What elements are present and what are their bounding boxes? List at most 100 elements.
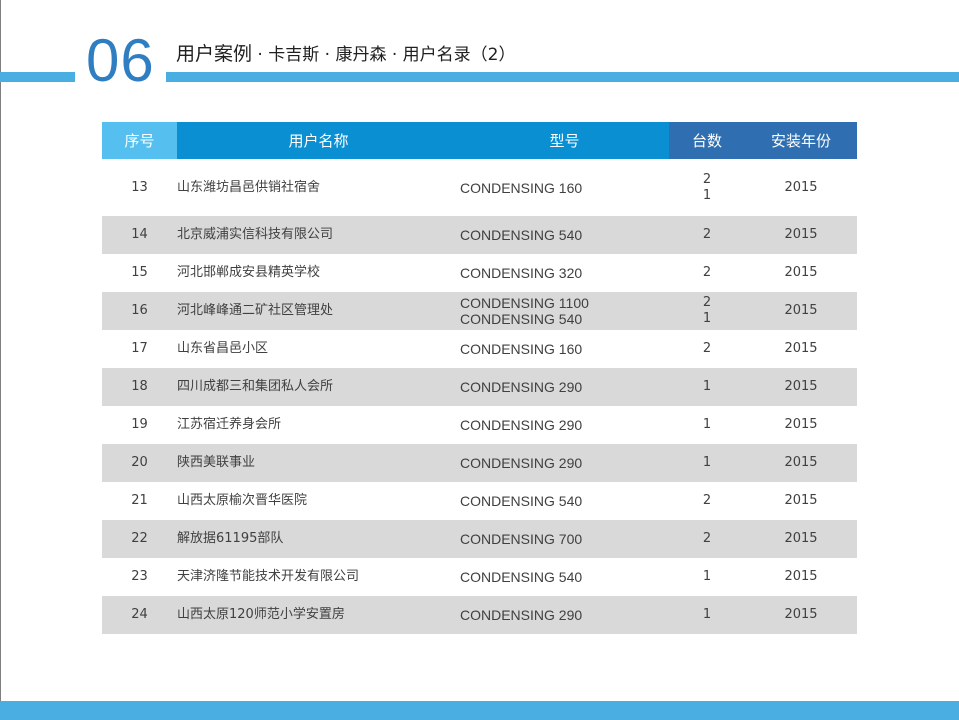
cell-name: 江苏宿迁养身会所 — [177, 406, 460, 444]
footer-bar — [0, 701, 959, 720]
cell-year: 2015 — [745, 406, 857, 444]
qty-line: 2 — [702, 265, 712, 280]
cell-seq: 22 — [102, 520, 177, 558]
cell-year: 2015 — [745, 254, 857, 292]
cell-year: 2015 — [745, 292, 857, 330]
header-model: 型号 — [460, 122, 669, 159]
model-line: CONDENSING 290 — [460, 379, 583, 395]
model-line: CONDENSING 290 — [460, 607, 583, 623]
qty-line: 1 — [702, 417, 712, 432]
model-line: CONDENSING 700 — [460, 531, 583, 547]
section-number: 06 — [86, 27, 155, 94]
model-line: CONDENSING 290 — [460, 417, 583, 433]
qty-line: 2 — [702, 295, 712, 310]
qty-line: 1 — [702, 187, 712, 203]
cell-seq: 14 — [102, 216, 177, 254]
cell-year: 2015 — [745, 368, 857, 406]
cell-name: 山西太原榆次晋华医院 — [177, 482, 460, 520]
table-header-row: 序号 用户名称 型号 台数 安装年份 — [102, 122, 857, 159]
table-body: 13 山东潍坊昌邑供销社宿舍 CONDENSING 160 2 1 2015 14 北京威浦实… — [102, 159, 857, 634]
cell-model: CONDENSING 290 — [460, 596, 669, 634]
cell-name: 四川成都三和集团私人会所 — [177, 368, 460, 406]
qty-line: 1 — [702, 569, 712, 584]
cell-qty: 1 — [669, 368, 745, 406]
cell-seq: 23 — [102, 558, 177, 596]
cell-model: CONDENSING 540 — [460, 482, 669, 520]
cell-name: 河北邯郸成安县精英学校 — [177, 254, 460, 292]
cell-qty: 2 — [669, 216, 745, 254]
cell-name: 陕西美联事业 — [177, 444, 460, 482]
cell-model: CONDENSING 290 — [460, 406, 669, 444]
qty-line: 2 — [702, 171, 712, 187]
cell-model: CONDENSING 540 — [460, 216, 669, 254]
title-sub: · 卡吉斯 · 康丹森 · 用户名录（2） — [252, 45, 516, 65]
page-left-border — [0, 0, 1, 720]
cell-name: 解放据61195部队 — [177, 520, 460, 558]
cell-name: 河北峰峰通二矿社区管理处 — [177, 292, 460, 330]
cell-year: 2015 — [745, 330, 857, 368]
model-line: CONDENSING 290 — [460, 455, 583, 471]
cell-year: 2015 — [745, 444, 857, 482]
header-bar-left — [0, 72, 75, 82]
qty-line: 2 — [702, 341, 712, 356]
table-row: 16 河北峰峰通二矿社区管理处 CONDENSING 1100 CONDENSING … — [102, 292, 857, 330]
table-row: 15 河北邯郸成安县精英学校 CONDENSING 320 2 2015 — [102, 254, 857, 292]
page-title: 用户案例 · 卡吉斯 · 康丹森 · 用户名录（2） — [176, 40, 515, 68]
cell-model: CONDENSING 320 — [460, 254, 669, 292]
table-row: 21 山西太原榆次晋华医院 CONDENSING 540 2 2015 — [102, 482, 857, 520]
table-row: 17 山东省昌邑小区 CONDENSING 160 2 2015 — [102, 330, 857, 368]
model-line: CONDENSING 1100 — [460, 295, 589, 311]
cell-seq: 13 — [102, 159, 177, 216]
table-row: 22 解放据61195部队 CONDENSING 700 2 2015 — [102, 520, 857, 558]
qty-line: 2 — [702, 531, 712, 546]
cell-seq: 19 — [102, 406, 177, 444]
cell-qty: 21 — [669, 292, 745, 330]
qty-line: 2 — [702, 227, 712, 242]
qty-line: 1 — [702, 607, 712, 622]
table-row: 13 山东潍坊昌邑供销社宿舍 CONDENSING 160 2 1 2015 — [102, 159, 857, 216]
cell-seq: 15 — [102, 254, 177, 292]
cell-model: CONDENSING 160 — [460, 330, 669, 368]
model-line: CONDENSING 160 — [460, 179, 583, 196]
table-row: 20 陕西美联事业 CONDENSING 290 1 2015 — [102, 444, 857, 482]
cell-model: CONDENSING 1100 CONDENSING 540 — [460, 292, 669, 330]
cell-name: 山东潍坊昌邑供销社宿舍 — [177, 159, 460, 216]
cell-model: CONDENSING 540 — [460, 558, 669, 596]
cell-qty: 1 — [669, 406, 745, 444]
cell-model: CONDENSING 160 — [460, 159, 669, 216]
cell-name: 山东省昌邑小区 — [177, 330, 460, 368]
header-qty: 台数 — [669, 122, 745, 159]
header-year: 安装年份 — [745, 122, 857, 159]
table-row: 19 江苏宿迁养身会所 CONDENSING 290 1 2015 — [102, 406, 857, 444]
user-list-table: 序号 用户名称 型号 台数 安装年份 13 山东潍坊昌邑供销社宿舍 CONDENSI… — [102, 122, 857, 634]
cell-year: 2015 — [745, 159, 857, 216]
cell-seq: 20 — [102, 444, 177, 482]
cell-seq: 18 — [102, 368, 177, 406]
qty-line: 2 — [702, 493, 712, 508]
table-row: 14 北京威浦实信科技有限公司 CONDENSING 540 2 2015 — [102, 216, 857, 254]
table-row: 24 山西太原120师范小学安置房 CONDENSING 290 1 2015 — [102, 596, 857, 634]
model-line: CONDENSING 540 — [460, 493, 583, 509]
cell-year: 2015 — [745, 596, 857, 634]
cell-name: 山西太原120师范小学安置房 — [177, 596, 460, 634]
header-name: 用户名称 — [177, 122, 460, 159]
header-seq: 序号 — [102, 122, 177, 159]
cell-qty: 1 — [669, 558, 745, 596]
title-main: 用户案例 — [176, 43, 253, 65]
cell-name: 天津济隆节能技术开发有限公司 — [177, 558, 460, 596]
model-line: CONDENSING 540 — [460, 311, 583, 327]
table-row: 18 四川成都三和集团私人会所 CONDENSING 290 1 2015 — [102, 368, 857, 406]
cell-year: 2015 — [745, 482, 857, 520]
cell-year: 2015 — [745, 216, 857, 254]
cell-seq: 17 — [102, 330, 177, 368]
cell-qty: 1 — [669, 444, 745, 482]
cell-year: 2015 — [745, 520, 857, 558]
qty-line: 1 — [702, 379, 712, 394]
cell-seq: 24 — [102, 596, 177, 634]
cell-qty: 2 — [669, 520, 745, 558]
model-line: CONDENSING 160 — [460, 341, 583, 357]
cell-qty: 21 — [669, 159, 745, 216]
model-line: CONDENSING 540 — [460, 227, 583, 243]
qty-line: 1 — [702, 311, 712, 326]
cell-qty: 2 — [669, 254, 745, 292]
